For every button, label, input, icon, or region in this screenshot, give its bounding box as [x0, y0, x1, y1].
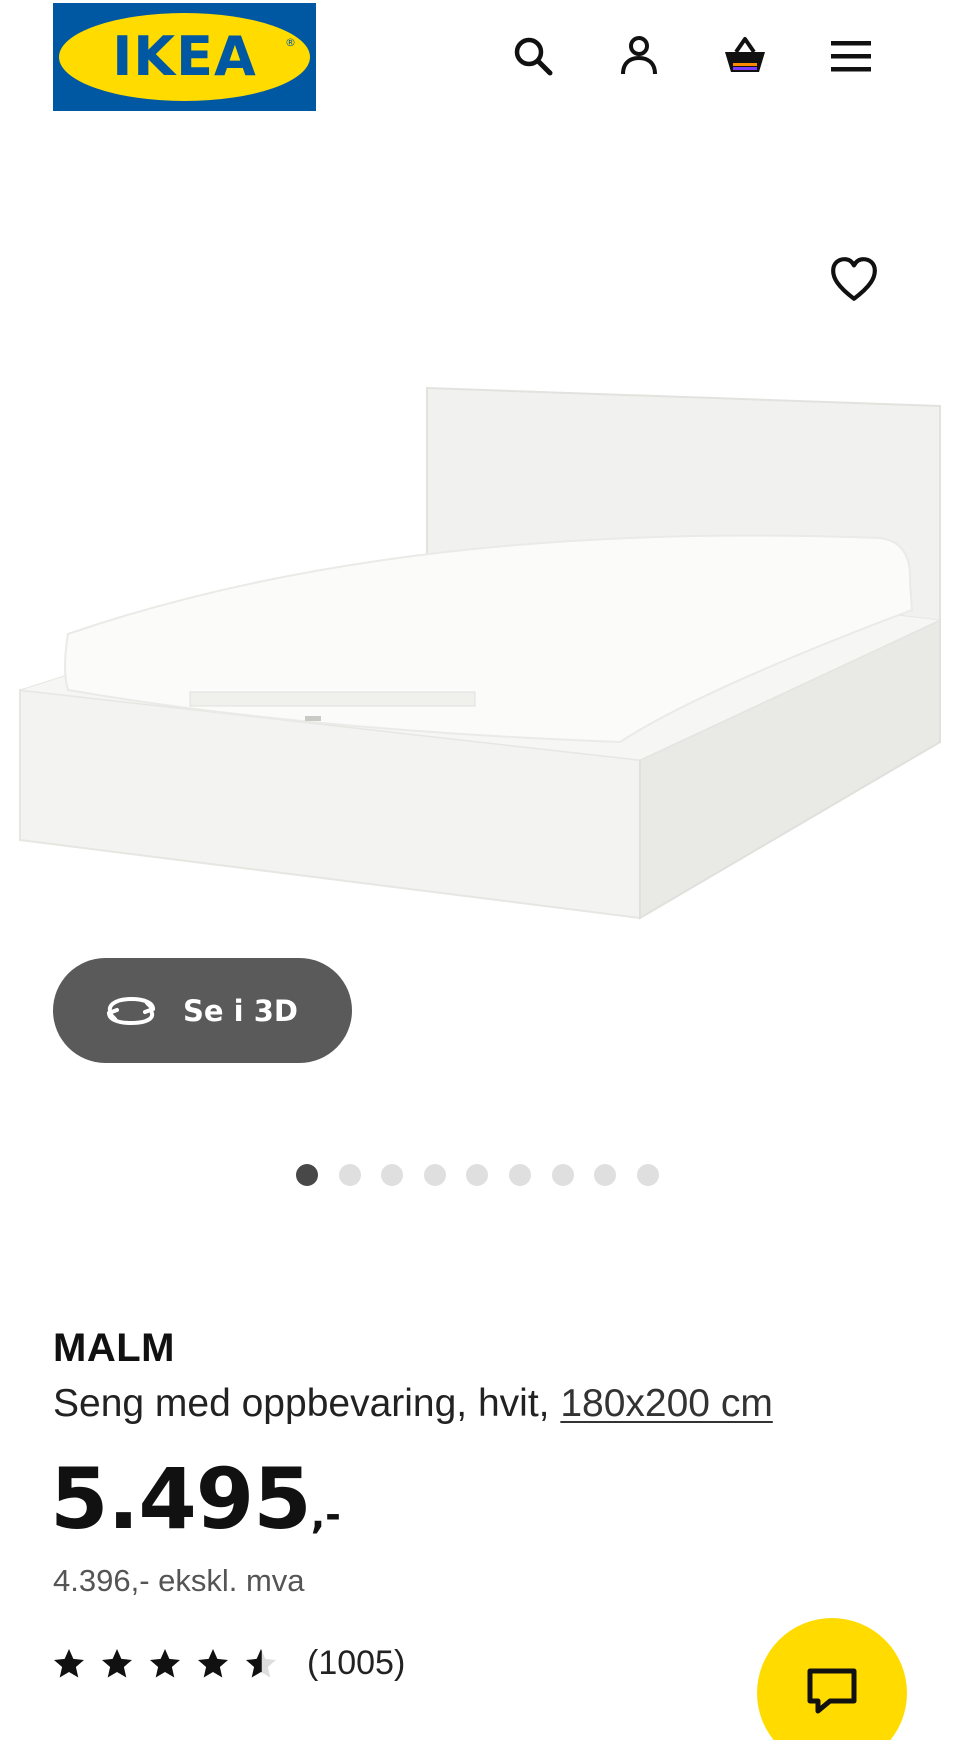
logo-wordmark: IKEA: [112, 25, 257, 88]
star-full-icon: [99, 1646, 135, 1682]
chat-button[interactable]: [757, 1618, 907, 1740]
carousel-dot[interactable]: [636, 1164, 659, 1186]
price-amount: 5.495: [50, 1450, 312, 1548]
search-icon[interactable]: [505, 28, 561, 84]
product-description-text: Seng med oppbevaring, hvit,: [53, 1382, 550, 1425]
product-rating[interactable]: (1005): [51, 1644, 405, 1683]
price-suffix: ,-: [310, 1493, 341, 1537]
carousel-dot[interactable]: [551, 1164, 574, 1186]
view-in-3d-button[interactable]: Se i 3D: [53, 958, 352, 1063]
product-description: Seng med oppbevaring, hvit, 180x200 cm: [53, 1382, 773, 1426]
carousel-dot[interactable]: [338, 1164, 361, 1186]
price-excl-vat: 4.396,- ekskl. mva: [53, 1563, 305, 1598]
product-name: MALM: [53, 1326, 175, 1370]
carousel-dot[interactable]: [381, 1164, 404, 1186]
rotate-3d-icon: [107, 996, 155, 1025]
product-image[interactable]: [0, 370, 960, 930]
carousel-dot[interactable]: [466, 1164, 489, 1186]
site-header: IKEA ®: [0, 0, 960, 120]
product-size-link[interactable]: 180x200 cm: [560, 1382, 772, 1425]
shopping-basket-icon[interactable]: [717, 28, 773, 84]
carousel-dot[interactable]: [594, 1164, 617, 1186]
image-carousel-indicator: [296, 1164, 679, 1188]
review-count: (1005): [307, 1644, 406, 1682]
chat-bubble-icon: [807, 1668, 857, 1714]
carousel-dot[interactable]: [508, 1164, 531, 1186]
view-in-3d-label: Se i 3D: [183, 993, 298, 1028]
logo-registered-mark: ®: [285, 36, 296, 49]
account-icon[interactable]: [611, 28, 667, 84]
star-half-icon: [243, 1646, 279, 1682]
menu-icon[interactable]: [823, 28, 879, 84]
star-full-icon: [195, 1646, 231, 1682]
carousel-dot[interactable]: [296, 1164, 318, 1186]
star-full-icon: [51, 1646, 87, 1682]
favorite-heart-icon[interactable]: [826, 252, 882, 308]
carousel-dot[interactable]: [423, 1164, 446, 1186]
star-full-icon: [147, 1646, 183, 1682]
product-price: 5.495,-: [50, 1450, 341, 1548]
ikea-logo[interactable]: IKEA ®: [53, 3, 316, 111]
